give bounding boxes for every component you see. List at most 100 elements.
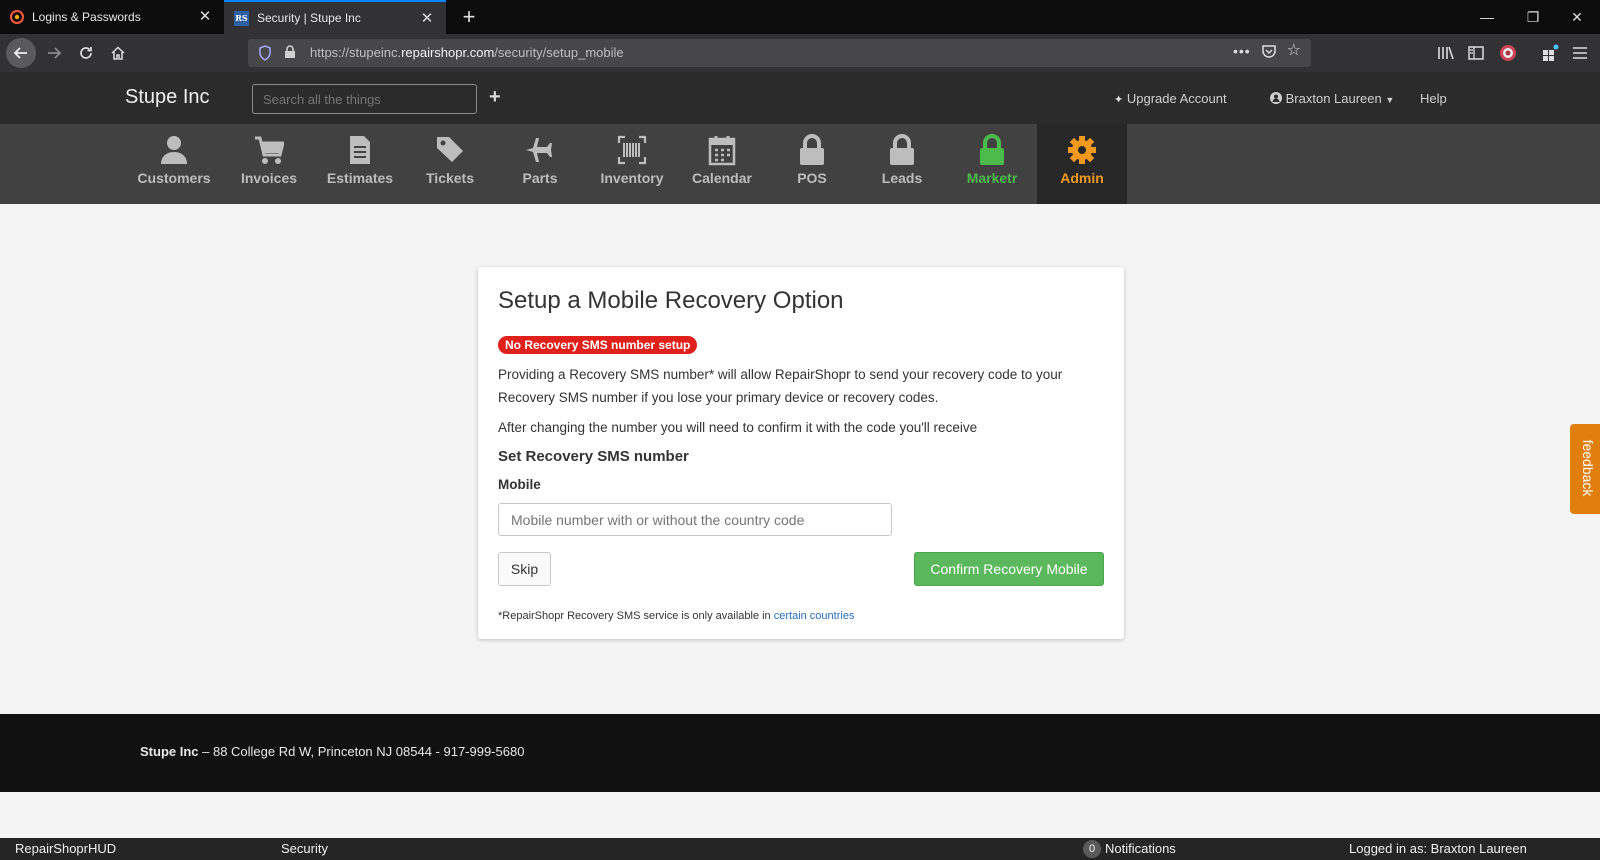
mobile-number-input[interactable]: [498, 503, 892, 536]
nav-parts[interactable]: Parts: [495, 124, 585, 204]
arrow-right-icon: [48, 47, 62, 59]
browser-nav-bar: https://stupeinc.repairshopr.com/securit…: [0, 34, 1600, 72]
certain-countries-link[interactable]: certain countries: [774, 610, 855, 622]
sparkle-icon: ✦: [1114, 94, 1124, 106]
close-icon[interactable]: ✕: [196, 8, 214, 26]
padlock-icon[interactable]: [284, 45, 296, 64]
app-root: Logins & Passwords ✕ RS Security | Stupe…: [0, 0, 1600, 860]
mobile-field-label: Mobile: [498, 477, 541, 492]
firefox-lockwise-icon: [10, 10, 24, 24]
home-icon: [111, 46, 125, 60]
page-title: Setup a Mobile Recovery Option: [498, 287, 844, 314]
repairshopr-favicon-icon: RS: [234, 10, 249, 26]
nav-customers[interactable]: Customers: [129, 124, 219, 204]
nav-label: Marketr: [966, 170, 1018, 186]
lock-icon: [800, 134, 824, 165]
caret-down-icon: ▼: [1385, 95, 1395, 105]
description-text: Providing a Recovery SMS number* will al…: [498, 367, 1063, 405]
close-icon[interactable]: ✕: [418, 10, 436, 28]
skip-button[interactable]: Skip: [498, 552, 551, 586]
browser-tab-logins[interactable]: Logins & Passwords ✕: [0, 0, 224, 34]
gear-icon: [1068, 136, 1096, 164]
forward-button[interactable]: [40, 39, 68, 67]
url-bar[interactable]: https://stupeinc.repairshopr.com/securit…: [248, 39, 1311, 67]
url-action-icons: ••• ☆: [1233, 43, 1301, 64]
document-icon: [350, 136, 370, 164]
shield-icon[interactable]: [258, 45, 272, 66]
mobile-recovery-card: Setup a Mobile Recovery Option No Recove…: [478, 267, 1124, 639]
window-close-icon[interactable]: ✕: [1554, 0, 1600, 34]
cart-icon: [255, 136, 284, 164]
confirm-recovery-mobile-button[interactable]: Confirm Recovery Mobile: [914, 552, 1104, 586]
module-nav: Customers Invoices Estimates Tickets Par…: [0, 124, 1600, 204]
arrow-left-icon: [13, 47, 27, 59]
lock-icon: [980, 134, 1004, 165]
confirmation-info-text: After changing the number you will need …: [498, 420, 978, 435]
back-button[interactable]: [6, 38, 36, 68]
page-footer: Stupe Inc – 88 College Rd W, Princeton N…: [0, 714, 1600, 792]
hud-bar: RepairShoprHUD Security 0 Notifications L…: [0, 838, 1600, 860]
global-search-input[interactable]: [252, 84, 477, 114]
user-menu-dropdown[interactable]: Braxton Laureen ▼: [1270, 91, 1394, 107]
hud-section: Security: [281, 841, 328, 856]
nav-label: Tickets: [426, 170, 474, 186]
page-gap: [0, 792, 1600, 838]
sidebar-icon[interactable]: [1466, 43, 1486, 63]
quick-add-button[interactable]: +: [489, 86, 501, 109]
feedback-tab[interactable]: feedback: [1570, 424, 1600, 514]
section-heading: Set Recovery SMS number: [498, 448, 689, 465]
nav-label: Inventory: [600, 170, 664, 186]
upgrade-account-link[interactable]: ✦ Upgrade Account: [1114, 91, 1227, 106]
nav-estimates[interactable]: Estimates: [315, 124, 405, 204]
library-icon[interactable]: [1436, 43, 1456, 63]
tab-title: Security | Stupe Inc: [257, 11, 361, 25]
restore-icon[interactable]: ❐: [1510, 0, 1556, 34]
nav-label: Estimates: [326, 170, 394, 186]
plane-icon: [526, 138, 552, 162]
reload-button[interactable]: [72, 39, 100, 67]
main-content: Setup a Mobile Recovery Option No Recove…: [0, 204, 1600, 714]
brand-name[interactable]: Stupe Inc: [125, 86, 210, 109]
nav-label: Parts: [522, 170, 558, 186]
bookmark-star-icon[interactable]: ☆: [1287, 43, 1301, 64]
tag-icon: [437, 137, 463, 162]
nav-leads[interactable]: Leads: [857, 124, 947, 204]
account-avatar-icon[interactable]: [1498, 43, 1518, 63]
tab-title: Logins & Passwords: [32, 10, 141, 24]
availability-note: *RepairShopr Recovery SMS service is onl…: [498, 610, 855, 622]
user-icon: [161, 136, 187, 164]
status-badge: No Recovery SMS number setup: [498, 336, 698, 354]
nav-pos[interactable]: POS: [767, 124, 857, 204]
hud-app-name[interactable]: RepairShoprHUD: [15, 841, 116, 856]
lock-icon: [890, 134, 914, 165]
nav-label: Leads: [881, 170, 923, 186]
extensions-icon[interactable]: [1540, 43, 1560, 63]
user-circle-icon: [1270, 92, 1282, 107]
nav-label: Customers: [137, 170, 211, 186]
browser-tab-security[interactable]: RS Security | Stupe Inc ✕: [224, 0, 446, 34]
footer-company-info: Stupe Inc – 88 College Rd W, Princeton N…: [140, 744, 525, 759]
nav-tickets[interactable]: Tickets: [405, 124, 495, 204]
pocket-icon[interactable]: [1261, 43, 1277, 64]
barcode-icon: [617, 135, 647, 165]
help-link[interactable]: Help: [1420, 91, 1447, 106]
nav-label: Admin: [1060, 170, 1104, 186]
nav-calendar[interactable]: Calendar: [677, 124, 767, 204]
nav-invoices[interactable]: Invoices: [224, 124, 314, 204]
hud-notifications[interactable]: 0 Notifications: [1083, 840, 1176, 858]
nav-admin[interactable]: Admin: [1037, 124, 1127, 204]
url-text: https://stupeinc.repairshopr.com/securit…: [310, 45, 624, 60]
minimize-icon[interactable]: —: [1464, 0, 1510, 34]
nav-inventory[interactable]: Inventory: [587, 124, 677, 204]
browser-tab-strip: Logins & Passwords ✕ RS Security | Stupe…: [0, 0, 1600, 34]
new-tab-button[interactable]: +: [456, 4, 482, 30]
notification-count-badge: 0: [1083, 840, 1101, 858]
home-button[interactable]: [104, 39, 132, 67]
nav-label: Calendar: [692, 170, 752, 186]
more-actions-icon[interactable]: •••: [1233, 43, 1251, 64]
app-header: Stupe Inc + ✦ Upgrade Account Braxton La…: [0, 72, 1600, 124]
menu-hamburger-icon[interactable]: [1570, 43, 1590, 63]
nav-marketr[interactable]: Marketr: [947, 124, 1037, 204]
nav-label: Invoices: [240, 170, 298, 186]
hud-logged-in: Logged in as: Braxton Laureen: [1349, 841, 1527, 856]
